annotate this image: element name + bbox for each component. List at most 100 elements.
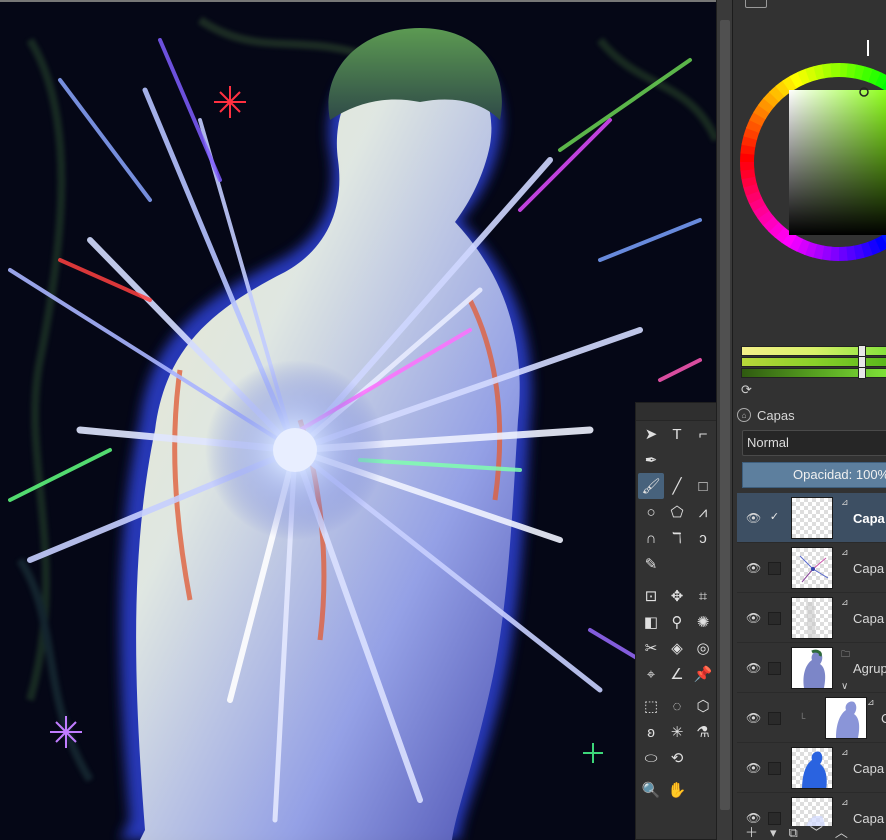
- layer-select-checkbox[interactable]: [768, 562, 781, 575]
- hue-ring-segment[interactable]: [846, 63, 858, 79]
- hue-ring-segment[interactable]: [749, 111, 766, 127]
- hue-ring-segment[interactable]: [741, 175, 757, 188]
- visibility-eye-icon[interactable]: 👁: [746, 762, 761, 774]
- layer-group-row[interactable]: 👁 🗀 Agrup ∨: [737, 643, 886, 693]
- layer-select-checkbox[interactable]: [768, 762, 781, 775]
- hue-ring-segment[interactable]: [805, 66, 819, 83]
- layer-list[interactable]: 👁 ✓ ⊿ Capa 👁 ⊿ Capa 👁 ⊿ Capa 👁 🗀 Agrup ∨ 👁 └ ⊿ C 👁 ⊿ Capa 👁 ⊿ C…: [737, 493, 886, 840]
- saturation-slider[interactable]: [741, 356, 886, 368]
- pan-tool-button[interactable]: ✋: [664, 777, 690, 803]
- hue-ring-segment[interactable]: [797, 68, 812, 85]
- advanced-color-selector[interactable]: [739, 40, 886, 286]
- hue-ring-segment[interactable]: [774, 226, 791, 244]
- layer-select-checkbox[interactable]: [768, 812, 781, 825]
- hue-ring-segment[interactable]: [782, 75, 798, 93]
- layer-row[interactable]: 👁 ⊿ Capa: [737, 743, 886, 793]
- visibility-eye-icon[interactable]: 👁: [746, 612, 761, 624]
- crop-tool-button[interactable]: ⌗: [690, 583, 716, 609]
- edit-shapes-button[interactable]: ⌐: [690, 421, 716, 447]
- color-selection-button[interactable]: ⚗: [690, 719, 716, 745]
- freehand-path-button[interactable]: ℸ: [664, 525, 690, 551]
- gradient-tool-button[interactable]: ◧: [638, 609, 664, 635]
- color-wheel[interactable]: [739, 40, 886, 286]
- freehand-brush-button[interactable]: 🖌: [638, 473, 664, 499]
- hsl-sliders[interactable]: [741, 345, 886, 379]
- select-shapes-button[interactable]: ➤: [638, 421, 664, 447]
- layer-name[interactable]: C: [881, 711, 886, 726]
- move-tool-button[interactable]: ✥: [664, 583, 690, 609]
- visibility-eye-icon[interactable]: 👁: [746, 712, 761, 724]
- blend-mode-select[interactable]: Normal: [742, 430, 886, 456]
- canvas-vertical-scrollbar[interactable]: [716, 0, 732, 840]
- hue-ring-segment[interactable]: [748, 196, 766, 212]
- add-layer-dropdown-icon[interactable]: ▾: [770, 826, 777, 840]
- toolbox-title-bar[interactable]: [636, 403, 716, 421]
- text-tool-button[interactable]: T: [664, 421, 690, 447]
- hue-ring-segment[interactable]: [763, 91, 780, 108]
- opacity-slider[interactable]: Opacidad: 100%: [742, 462, 886, 488]
- group-expand-chevron-icon[interactable]: ∨: [841, 681, 848, 692]
- slider-handle[interactable]: [858, 367, 866, 379]
- polyline-tool-button[interactable]: ⩘: [690, 499, 716, 525]
- freehand-selection-button[interactable]: ʚ: [638, 719, 664, 745]
- magic-wand-button[interactable]: ✳: [664, 719, 690, 745]
- bezier-selection-button[interactable]: ⬭: [638, 745, 664, 771]
- color-picker-button[interactable]: ⚲: [664, 609, 690, 635]
- rectangle-tool-button[interactable]: □: [690, 473, 716, 499]
- hue-ring-segment[interactable]: [781, 230, 797, 248]
- hue-ring-segment[interactable]: [852, 244, 865, 260]
- scrollbar-thumb[interactable]: [720, 20, 730, 810]
- hue-ring-segment[interactable]: [745, 189, 762, 204]
- visibility-eye-icon[interactable]: 👁: [746, 662, 761, 674]
- hue-ring-segment[interactable]: [853, 64, 866, 81]
- layer-name[interactable]: Capa: [853, 561, 884, 576]
- magnetic-selection-button[interactable]: ⟲: [664, 745, 690, 771]
- refresh-icon[interactable]: ⟳: [741, 382, 752, 398]
- hue-ring-segment[interactable]: [740, 168, 756, 180]
- hue-ring-segment[interactable]: [812, 243, 825, 260]
- layer-name[interactable]: Agrup: [853, 661, 886, 676]
- hue-ring-segment[interactable]: [788, 235, 804, 252]
- layer-select-checkbox[interactable]: [768, 712, 781, 725]
- color-selector-settings-icon[interactable]: [745, 0, 767, 8]
- hue-ring-segment[interactable]: [740, 143, 756, 155]
- hue-ring-segment[interactable]: [753, 104, 771, 120]
- hue-ring-segment[interactable]: [775, 80, 792, 97]
- hue-ring-segment[interactable]: [768, 221, 785, 238]
- reference-pin-button[interactable]: 📌: [690, 661, 716, 687]
- hue-ring-segment[interactable]: [873, 235, 886, 253]
- rectangular-selection-button[interactable]: ⬚: [638, 693, 664, 719]
- drawing-canvas[interactable]: [0, 0, 716, 840]
- multibrush-button[interactable]: ✎: [638, 551, 664, 577]
- angle-tool-button[interactable]: ∠: [664, 661, 690, 687]
- hue-ring-segment[interactable]: [741, 135, 758, 148]
- layer-row[interactable]: 👁 └ ⊿ C: [737, 693, 886, 743]
- hue-ring-segment[interactable]: [743, 126, 760, 141]
- hue-ring-segment[interactable]: [745, 118, 763, 134]
- visibility-eye-icon[interactable]: 👁: [746, 812, 761, 824]
- hue-ring-segment[interactable]: [752, 203, 770, 219]
- hue-ring-segment[interactable]: [757, 209, 774, 226]
- ellipse-tool-button[interactable]: ○: [638, 499, 664, 525]
- dynamic-brush-button[interactable]: ↄ: [690, 525, 716, 551]
- polygonal-selection-button[interactable]: ⬡: [690, 693, 716, 719]
- hue-ring-segment[interactable]: [874, 72, 886, 89]
- add-layer-icon[interactable]: ＋: [745, 826, 758, 840]
- move-down-icon[interactable]: ﹀: [810, 826, 823, 840]
- enclose-fill-button[interactable]: ◎: [690, 635, 716, 661]
- polygon-tool-button[interactable]: ⬠: [664, 499, 690, 525]
- hue-ring-segment[interactable]: [743, 182, 760, 196]
- fill-tool-button[interactable]: ◈: [664, 635, 690, 661]
- value-slider[interactable]: [741, 367, 886, 379]
- hue-ring-segment[interactable]: [789, 71, 805, 89]
- layer-name[interactable]: Capa: [853, 811, 884, 826]
- layer-name[interactable]: Capa: [853, 761, 884, 776]
- hue-ring-segment[interactable]: [867, 68, 883, 86]
- zoom-tool-button[interactable]: 🔍: [638, 777, 664, 803]
- hue-ring-segment[interactable]: [803, 241, 818, 258]
- hue-ring-segment[interactable]: [757, 97, 775, 114]
- duplicate-layer-icon[interactable]: ⧉: [789, 826, 798, 840]
- visibility-eye-icon[interactable]: 👁: [746, 512, 761, 524]
- layer-name[interactable]: Capa: [853, 611, 884, 626]
- lock-docker-icon[interactable]: ⌂: [737, 408, 751, 422]
